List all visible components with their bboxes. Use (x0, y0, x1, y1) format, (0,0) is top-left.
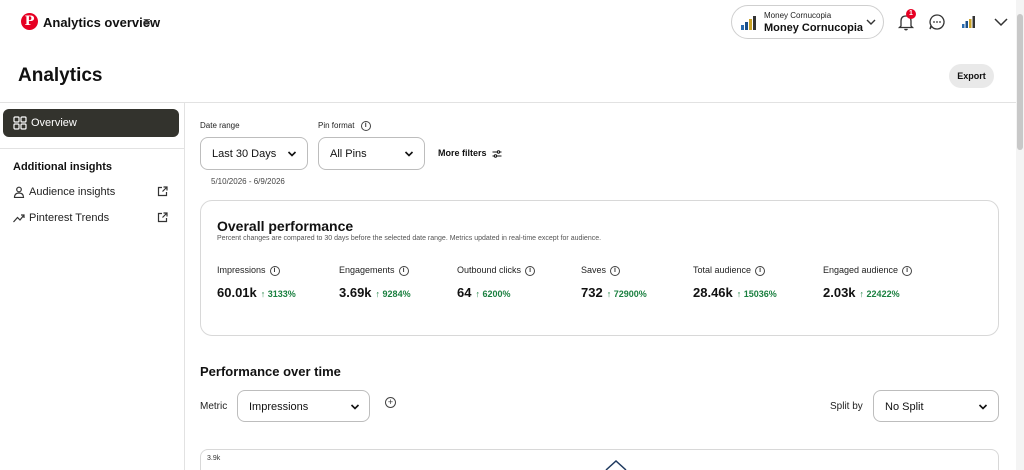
metric-label: Engaged audience (823, 265, 899, 275)
section-title: Performance over time (200, 364, 341, 379)
card-title: Overall performance (217, 218, 354, 234)
external-link-icon (157, 186, 168, 197)
metric-total-audience: Total audience i 28.46k ↑ 15036% (693, 265, 777, 302)
notification-badge: 1 (906, 9, 916, 19)
metric-label: Outbound clicks (457, 265, 522, 275)
chart-line (605, 459, 627, 470)
sidebar-section-heading: Additional insights (13, 161, 112, 173)
chevron-down-icon (287, 151, 297, 157)
info-icon[interactable]: i (610, 265, 621, 276)
trend-icon (13, 214, 25, 223)
sidebar-item-label: Overview (31, 117, 77, 129)
date-range-label: Date range (200, 121, 240, 130)
info-icon[interactable]: i (755, 265, 766, 276)
account-name-small: Money Cornucopia (764, 11, 832, 20)
metric-saves: Saves i 732 ↑ 72900% (581, 265, 647, 302)
profile-avatar-icon[interactable] (962, 16, 976, 28)
sidebar-item-label: Pinterest Trends (29, 212, 110, 224)
metric-change: ↑ 9284% (375, 288, 411, 299)
metric-value: 60.01k (217, 284, 257, 300)
card-subtitle: Percent changes are compared to 30 days … (217, 235, 602, 242)
grid-icon (13, 116, 27, 130)
chevron-down-icon[interactable] (993, 16, 1009, 28)
chevron-down-icon (978, 404, 988, 410)
pin-format-label: Pin format (318, 121, 355, 131)
metric-select-value: Impressions (249, 401, 309, 413)
chevron-down-icon (350, 404, 360, 410)
metric-change: ↑ 72900% (606, 288, 647, 299)
chart-y-tick: 3.9k (207, 455, 221, 462)
chevron-down-icon (866, 19, 876, 25)
sidebar-item-label: Audience insights (29, 186, 116, 198)
metric-change: ↑ 15036% (736, 288, 777, 299)
metric-label: Engagements (339, 265, 395, 275)
top-bar: P Analytics overview ≡ Money Cornucopia … (0, 0, 1016, 46)
metric-engaged-audience: Engaged audience i 2.03k ↑ 22422% (823, 265, 913, 302)
export-button[interactable]: Export (949, 64, 994, 88)
date-range-value: Last 30 Days (212, 148, 277, 160)
metric-outbound-clicks: Outbound clicks i 64 ↑ 6200% (457, 265, 536, 302)
more-filters-button[interactable]: More filters (438, 148, 502, 158)
pinterest-logo-icon[interactable]: P (21, 13, 38, 30)
more-filters-label: More filters (438, 148, 487, 158)
page-scrollbar[interactable] (1016, 0, 1024, 470)
sidebar-separator (0, 148, 184, 149)
pin-format-select[interactable]: All Pins (318, 137, 425, 170)
metric-value: 3.69k (339, 284, 372, 300)
sidebar-item-overview[interactable]: Overview (3, 109, 179, 137)
date-range-dates: 5/10/2026 - 6/9/2026 (211, 177, 285, 186)
sliders-icon (492, 149, 502, 158)
account-name: Money Cornucopia (764, 22, 864, 34)
metric-value: 28.46k (693, 284, 733, 300)
pin-format-label-row: Pin format i (318, 121, 371, 131)
page-title: Analytics (18, 65, 103, 86)
info-icon[interactable]: i (360, 121, 371, 131)
metric-engagements: Engagements i 3.69k ↑ 9284% (339, 265, 411, 302)
info-icon[interactable]: i (398, 265, 409, 276)
metric-change: ↑ 22422% (859, 288, 900, 299)
info-icon[interactable]: i (525, 265, 536, 276)
date-range-select[interactable]: Last 30 Days (200, 137, 308, 170)
metric-impressions: Impressions i 60.01k ↑ 3133% (217, 265, 296, 302)
sidebar-item-audience-insights[interactable]: Audience insights (13, 185, 173, 201)
sidebar-item-pinterest-trends[interactable]: Pinterest Trends (13, 211, 173, 227)
split-by-value: No Split (885, 401, 924, 413)
metric-label: Impressions (217, 265, 266, 275)
pin-format-value: All Pins (330, 148, 367, 160)
metric-label: Saves (581, 265, 607, 275)
header-divider (0, 102, 1016, 103)
metric-change: ↑ 3133% (260, 288, 296, 299)
info-icon[interactable]: i (269, 265, 280, 276)
account-logo-icon (741, 16, 756, 30)
split-by-select[interactable]: No Split (873, 390, 999, 422)
scrollbar-thumb[interactable] (1017, 14, 1023, 150)
account-switcher-button[interactable]: Money Cornucopia Money Cornucopia (731, 5, 884, 39)
overall-performance-card: Overall performance Percent changes are … (200, 200, 999, 336)
info-icon[interactable]: i (902, 265, 913, 276)
add-metric-icon[interactable]: + (385, 397, 396, 408)
chevron-down-icon (404, 151, 414, 157)
metric-select-label: Metric (200, 401, 228, 412)
metric-value: 64 (457, 284, 472, 300)
person-icon (13, 186, 25, 198)
menu-icon[interactable]: ≡ (143, 14, 151, 29)
external-link-icon (157, 212, 168, 223)
metric-select[interactable]: Impressions (237, 390, 370, 422)
metric-change: ↑ 6200% (475, 288, 511, 299)
chat-icon[interactable] (928, 13, 946, 31)
metric-label: Total audience (693, 265, 752, 275)
metric-value: 732 (581, 284, 603, 300)
split-by-label: Split by (830, 401, 863, 412)
metric-value: 2.03k (823, 284, 856, 300)
sidebar-divider (184, 102, 185, 470)
